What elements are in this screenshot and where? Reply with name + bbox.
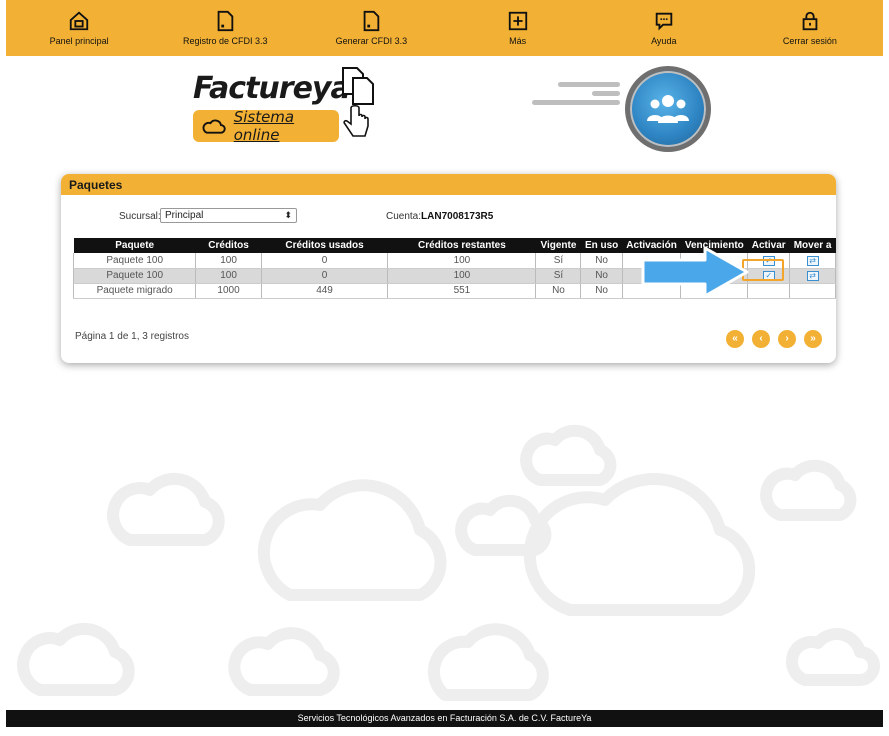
cell-creditos: 1000 [195, 283, 262, 299]
sistema-online-label: Sistema online [233, 108, 295, 144]
cell-creditos: 100 [195, 268, 262, 284]
documents-icon [342, 67, 374, 105]
nav-ayuda[interactable]: Ayuda [591, 0, 737, 56]
brand-name: Factureya [193, 71, 351, 106]
mover-icon[interactable]: ⇄ [806, 255, 819, 266]
cell-vigente: No [535, 283, 582, 299]
panel-title: Paquetes [61, 174, 836, 195]
cell-restantes: 100 [387, 268, 537, 284]
cuenta-info: Cuenta:LAN7008173R5 [386, 211, 493, 222]
cell-paquete: Paquete 100 [72, 253, 197, 269]
nav-label: Más [509, 36, 527, 46]
cell-restantes: 551 [387, 283, 537, 299]
cell-en-uso: No [580, 268, 623, 284]
nav-label: Panel principal [49, 36, 109, 46]
filter-row: Sucursal: Principal ⬍ Cuenta:LAN7008173R… [61, 206, 836, 226]
col-activar[interactable]: Activar [747, 238, 790, 253]
lock-icon [802, 11, 818, 31]
nav-mas[interactable]: Más [445, 0, 591, 56]
cloud-icon [523, 473, 756, 616]
paquetes-panel: Paquetes Sucursal: Principal ⬍ Cuenta:LA… [61, 174, 836, 363]
pointer-arrow-icon [641, 246, 749, 298]
select-arrow-icon: ⬍ [284, 210, 292, 220]
cloud-icon [17, 622, 135, 696]
cell-paquete: Paquete migrado [72, 283, 197, 299]
document-icon [364, 10, 380, 32]
cell-mover [789, 283, 836, 299]
cell-usados: 0 [260, 253, 389, 269]
nav-label: Cerrar sesión [782, 36, 837, 46]
cloud-icon [427, 623, 549, 701]
sucursal-value: Principal [165, 210, 204, 221]
cell-vigente: Sí [535, 268, 582, 284]
background-clouds [17, 424, 880, 701]
footer: Servicios Tecnológicos Avanzados en Fact… [6, 710, 883, 727]
cell-restantes: 100 [387, 253, 537, 269]
col-en-uso[interactable]: En uso [580, 238, 623, 253]
cell-mover: ⇄ [789, 253, 836, 269]
sucursal-select[interactable]: Principal ⬍ [160, 208, 297, 223]
cell-en-uso: No [580, 283, 623, 299]
sistema-online-link[interactable]: Sistema online [193, 108, 339, 144]
col-creditos-usados[interactable]: Créditos usados [261, 238, 388, 253]
col-paquete[interactable]: Paquete [73, 238, 196, 253]
cloud-icon [785, 628, 880, 686]
chat-icon [655, 12, 673, 31]
cell-vigente: Sí [535, 253, 582, 269]
cell-en-uso: No [580, 253, 623, 269]
sucursal-label: Sucursal: [119, 211, 161, 222]
cell-paquete: Paquete 100 [72, 268, 197, 284]
col-creditos[interactable]: Créditos [195, 238, 262, 253]
cell-activar [747, 283, 791, 299]
cell-usados: 449 [260, 283, 389, 299]
pager-summary: Página 1 de 1, 3 registros [75, 331, 189, 342]
col-vigente[interactable]: Vigente [535, 238, 581, 253]
cuenta-label: Cuenta: [386, 211, 422, 222]
nav-generar-cfdi[interactable]: Generar CFDI 3.3 [298, 0, 444, 56]
plus-icon [508, 11, 527, 31]
cell-mover: ⇄ [789, 268, 836, 284]
cloud-icon [107, 472, 225, 546]
col-mover-a[interactable]: Mover a [789, 238, 836, 253]
first-page-button[interactable]: « [726, 330, 744, 348]
cuenta-value: LAN7008173R5 [421, 211, 494, 222]
last-page-button[interactable]: » [804, 330, 822, 348]
nav-registro-cfdi[interactable]: Registro de CFDI 3.3 [152, 0, 298, 56]
prev-page-button[interactable]: ‹ [752, 330, 770, 348]
nav-label: Registro de CFDI 3.3 [182, 36, 268, 46]
user-info-blurred [520, 78, 620, 105]
col-creditos-restantes[interactable]: Créditos restantes [387, 238, 536, 253]
cloud-icon [760, 459, 857, 521]
cloud-icon [520, 424, 617, 486]
users-group-icon [647, 95, 689, 123]
cloud-icon [202, 119, 226, 134]
cloud-icon [257, 479, 447, 601]
user-avatar[interactable] [625, 66, 711, 152]
nav-label: Generar CFDI 3.3 [335, 36, 408, 46]
nav-panel-principal[interactable]: Panel principal [6, 0, 152, 56]
mover-icon[interactable]: ⇄ [806, 271, 819, 281]
top-navigation: Panel principal Registro de CFDI 3.3 Gen… [6, 0, 883, 56]
next-page-button[interactable]: › [778, 330, 796, 348]
brand-logo: Factureya Sistema online [193, 66, 393, 152]
nav-cerrar-sesion[interactable]: Cerrar sesión [737, 0, 883, 56]
pointer-hand-icon [343, 104, 369, 137]
document-icon [217, 10, 234, 32]
cell-creditos: 100 [195, 253, 262, 269]
nav-label: Ayuda [651, 36, 677, 46]
pager: « ‹ › » [726, 330, 822, 348]
cell-usados: 0 [260, 268, 389, 284]
cloud-icon [228, 627, 340, 696]
home-icon [69, 11, 89, 31]
